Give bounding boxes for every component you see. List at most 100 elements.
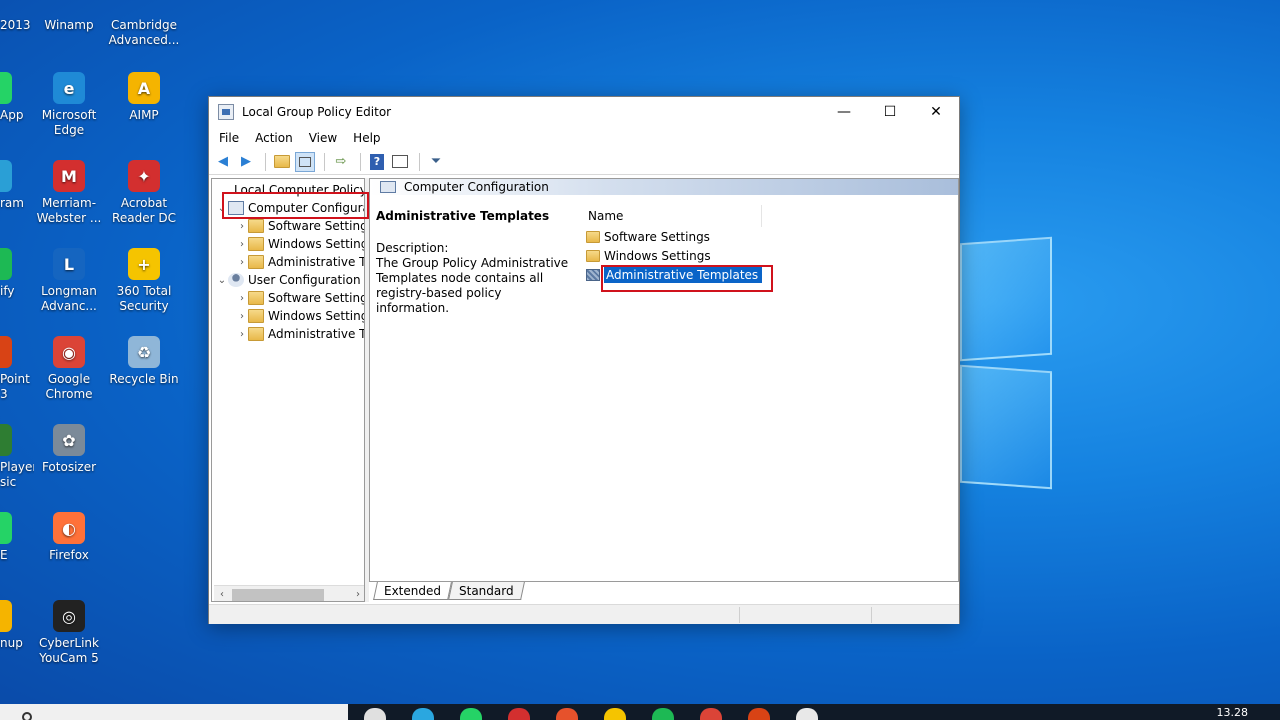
taskbar-clock[interactable]: 13.28 [1217, 706, 1249, 719]
desktop-icon-360[interactable]: +360 Total Security [105, 248, 183, 314]
360-app-icon: + [128, 248, 160, 280]
desktop-icon-label: Recycle Bin [109, 372, 179, 386]
desktop-icon-partial-player[interactable]: Player sic [0, 424, 34, 490]
desktop-icon-firefox[interactable]: ◐ Firefox [30, 512, 108, 563]
tree-pane[interactable]: Local Computer Policy ⌄ Computer Configu… [211, 178, 365, 602]
youcam-app-icon: ◎ [53, 600, 85, 632]
desktop-icon-merriam[interactable]: M Merriam-Webster ... [30, 160, 108, 226]
desktop-icon-chrome[interactable]: ◉ Google Chrome [30, 336, 108, 402]
gpedit-app-icon [218, 104, 234, 120]
scroll-left-icon[interactable]: ‹ [214, 589, 230, 600]
tree-horizontal-scrollbar[interactable]: ‹ › [214, 585, 364, 601]
logo-pane-bottom [960, 364, 1052, 490]
taskbar-app-icon[interactable] [460, 708, 482, 720]
desktop-icon-winamp[interactable]: ⚡Winamp [30, 18, 108, 33]
tree-item-user-configuration[interactable]: ⌄ User Configuration [216, 271, 361, 289]
scroll-right-icon[interactable]: › [350, 589, 364, 600]
desktop-icon-label: Longman Advanc... [41, 284, 97, 313]
list-item-software-settings[interactable]: Software Settings [580, 227, 960, 246]
title-bar[interactable]: Local Group Policy Editor — ☐ ✕ [209, 97, 959, 127]
partial-nup-app-icon [0, 600, 12, 632]
tree-item-user-software-settings[interactable]: › Software Settings [236, 289, 364, 307]
acrobat-app-icon: ✦ [128, 160, 160, 192]
scrollbar-thumb[interactable] [232, 588, 324, 601]
chevron-down-icon[interactable]: ⌄ [216, 275, 228, 286]
toolbar: ◀ ▶ ⇨ ? ⏷ [209, 149, 959, 175]
desktop-icon-partial-point[interactable]: Point 3 [0, 336, 34, 402]
window-title: Local Group Policy Editor [242, 105, 392, 119]
menu-view[interactable]: View [301, 131, 345, 145]
chevron-right-icon[interactable]: › [236, 329, 248, 340]
desktop-icon-acrobat[interactable]: ✦ Acrobat Reader DC [105, 160, 183, 226]
group-policy-editor-window[interactable]: Local Group Policy Editor — ☐ ✕ File Act… [208, 96, 960, 624]
toolbar-separator [360, 152, 361, 171]
tree-label: Administrative Te [268, 255, 365, 269]
desktop-icon-label: Merriam-Webster ... [36, 196, 102, 225]
desktop-icon-partial-2013[interactable]: 2013 [0, 18, 34, 33]
taskbar-app-icon[interactable] [604, 708, 626, 720]
tree-item-windows-settings[interactable]: › Windows Setting [236, 235, 364, 253]
tree-item-software-settings[interactable]: › Software Settings [236, 217, 364, 235]
menu-file[interactable]: File [211, 131, 247, 145]
minimize-button[interactable]: — [821, 97, 867, 127]
up-folder-icon[interactable] [272, 152, 292, 172]
show-hide-tree-icon[interactable] [295, 151, 315, 172]
toolbar-separator [265, 152, 266, 171]
taskbar-app-icon[interactable] [508, 708, 530, 720]
taskbar-app-icon[interactable] [364, 708, 386, 720]
chevron-right-icon[interactable]: › [236, 311, 248, 322]
desktop-icon-longman[interactable]: L Longman Advanc... [30, 248, 108, 314]
details-header-title: Computer Configuration [404, 180, 549, 194]
taskbar-search-box[interactable] [0, 704, 348, 720]
tree-item-user-windows-settings[interactable]: › Windows Setting [236, 307, 364, 325]
taskbar-app-icon[interactable] [748, 708, 770, 720]
status-bar [209, 604, 959, 624]
desktop-icon-aimp[interactable]: A AIMP [105, 72, 183, 123]
taskbar-app-icon[interactable] [556, 708, 578, 720]
desktop-icon-label: AIMP [129, 108, 159, 122]
help-icon[interactable]: ? [367, 152, 387, 172]
desktop-icon-partial-ify[interactable]: ify [0, 248, 34, 299]
logo-pane-top [960, 236, 1052, 362]
folder-icon [586, 249, 600, 262]
close-button[interactable]: ✕ [913, 97, 959, 127]
tab-label: Standard [459, 584, 514, 598]
menu-action[interactable]: Action [247, 131, 301, 145]
filter-icon[interactable]: ⏷ [426, 152, 446, 172]
forward-arrow-icon[interactable]: ▶ [236, 152, 256, 172]
taskbar-app-icon[interactable] [652, 708, 674, 720]
partial-ram-app-icon [0, 160, 12, 192]
maximize-button[interactable]: ☐ [867, 97, 913, 127]
desktop-icon-partial-ram[interactable]: ram [0, 160, 34, 211]
back-arrow-icon[interactable]: ◀ [213, 152, 233, 172]
taskbar-app-icon[interactable] [700, 708, 722, 720]
chevron-right-icon[interactable]: › [236, 257, 248, 268]
window-body: Local Computer Policy ⌄ Computer Configu… [209, 176, 959, 624]
tree-item-user-administrative-templates[interactable]: › Administrative Te [236, 325, 364, 343]
taskbar-app-icon[interactable] [412, 708, 434, 720]
tab-standard[interactable]: Standard [448, 582, 525, 600]
export-list-icon[interactable]: ⇨ [331, 152, 351, 172]
menu-help[interactable]: Help [345, 131, 388, 145]
chevron-right-icon[interactable]: › [236, 293, 248, 304]
properties-icon[interactable] [390, 152, 410, 172]
desktop-icon-fotosizer[interactable]: ✿ Fotosizer [30, 424, 108, 475]
tab-extended[interactable]: Extended [373, 582, 452, 600]
tree-item-administrative-templates[interactable]: › Administrative Te [236, 253, 365, 271]
desktop-icon-partial-app[interactable]: App [0, 72, 34, 123]
list-item-label: Software Settings [604, 229, 710, 244]
desktop-icon-partial-e[interactable]: E [0, 512, 34, 563]
chevron-right-icon[interactable]: › [236, 239, 248, 250]
taskbar-app-icon[interactable] [796, 708, 818, 720]
column-header-name[interactable]: Name [580, 205, 762, 227]
desktop-icon-recycle[interactable]: ♻ Recycle Bin [105, 336, 183, 387]
desktop-icon-youcam[interactable]: ◎ CyberLink YouCam 5 [30, 600, 108, 666]
desktop-icon-cambridge[interactable]: CCambridge Advanced... [105, 18, 183, 48]
list-item-windows-settings[interactable]: Windows Settings [580, 246, 960, 265]
windows-logo-wallpaper [960, 230, 1060, 490]
administrative-templates-icon [586, 268, 600, 281]
desktop-icon-partial-nup[interactable]: nup [0, 600, 34, 651]
chevron-right-icon[interactable]: › [236, 221, 248, 232]
desktop-icon-edge[interactable]: e Microsoft Edge [30, 72, 108, 138]
description-panel: Administrative Templates Description: Th… [376, 209, 576, 316]
